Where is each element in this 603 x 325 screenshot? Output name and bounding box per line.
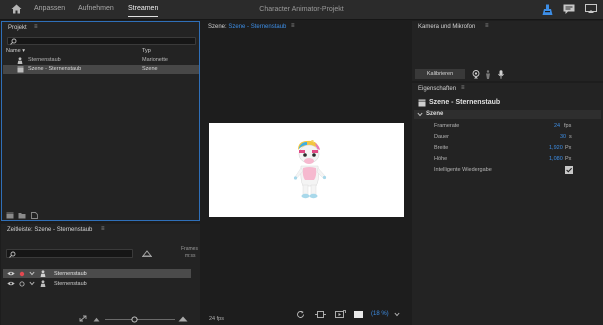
camera-panel-title: Kamera und Mikrofon xyxy=(418,24,476,30)
section-title: Szene xyxy=(426,111,444,117)
zoom-out-icon[interactable] xyxy=(93,317,100,322)
microphone-icon[interactable] xyxy=(498,70,504,79)
track-row[interactable]: Sternenstaub xyxy=(3,279,191,288)
height-unit: Px xyxy=(565,156,572,162)
puppet-icon xyxy=(40,280,46,287)
properties-panel: Eigenschaften ≡ Szene - Sternenstaub Sze… xyxy=(412,83,603,325)
camera-menu-icon[interactable]: ≡ xyxy=(485,23,489,29)
timeline-panel: Zeitleiste: Szene - Sternenstaub ≡ Frame… xyxy=(1,224,200,325)
zoom-in-icon[interactable] xyxy=(178,316,188,322)
scene-name-link[interactable]: Szene - Sternenstaub xyxy=(228,24,286,30)
learn-icon[interactable] xyxy=(542,4,553,16)
duration-label: Dauer xyxy=(434,134,449,140)
project-item-name: Sternenstaub xyxy=(28,57,61,63)
zoom-level[interactable]: (18 %) xyxy=(371,311,389,317)
app-title: Character Animator-Projekt xyxy=(259,6,344,13)
project-panel-title: Projekt xyxy=(8,25,27,31)
stream-icon[interactable] xyxy=(335,310,346,319)
record-disarmed-icon[interactable] xyxy=(19,281,25,287)
puppet-icon xyxy=(40,270,46,277)
smart-replay-label: Intelligente Wiedergabe xyxy=(434,167,492,173)
loop-icon[interactable] xyxy=(296,310,305,319)
timeline-menu-icon[interactable]: ≡ xyxy=(101,226,105,232)
scene-fps-readout: 24 fps xyxy=(209,316,224,322)
smart-replay-checkbox[interactable] xyxy=(565,166,573,174)
duration-value[interactable]: 30 xyxy=(560,134,566,140)
chevron-down-icon xyxy=(417,112,423,117)
scene-icon xyxy=(418,99,426,107)
eye-icon[interactable] xyxy=(7,281,15,286)
search-icon xyxy=(9,251,16,258)
tab-streamen[interactable]: Streamen xyxy=(128,5,159,17)
search-icon xyxy=(10,38,17,45)
unicorn-puppet-icon xyxy=(292,140,328,202)
scene-menu-icon[interactable]: ≡ xyxy=(291,23,295,29)
project-item-type: Marionette xyxy=(142,57,168,63)
chevron-down-icon[interactable] xyxy=(29,271,35,276)
camera-panel: Kamera und Mikrofon ≡ Kalibrieren xyxy=(412,21,603,81)
background-color-swatch[interactable] xyxy=(354,311,363,318)
width-unit: Px xyxy=(565,145,572,151)
scene-canvas[interactable] xyxy=(209,123,404,217)
tab-anpassen[interactable]: Anpassen xyxy=(34,5,65,12)
duration-unit: s xyxy=(569,134,572,140)
framerate-label: Framerate xyxy=(434,123,460,129)
height-value[interactable]: 1,080 xyxy=(549,156,563,162)
tab-aufnehmen[interactable]: Aufnehmen xyxy=(78,5,114,12)
width-label: Breite xyxy=(434,145,449,151)
project-search-input[interactable] xyxy=(7,37,196,45)
zoom-slider[interactable] xyxy=(105,316,175,323)
project-item-type: Szene xyxy=(142,66,158,72)
height-label: Höhe xyxy=(434,156,448,162)
list-item-selected[interactable]: Szene - Sternenstaub Szene xyxy=(3,65,199,74)
column-header-type[interactable]: Typ xyxy=(142,48,151,54)
time-unit-label: m:ss xyxy=(185,253,196,259)
timeline-search-input[interactable] xyxy=(6,249,133,258)
frames-label: Frames xyxy=(181,246,198,252)
feedback-icon[interactable] xyxy=(563,4,575,15)
properties-scene-name: Szene - Sternenstaub xyxy=(429,99,501,106)
zoom-slider-handle[interactable] xyxy=(131,316,138,323)
folder-icon[interactable] xyxy=(18,212,26,219)
project-panel-menu-icon[interactable]: ≡ xyxy=(34,24,38,30)
home-icon[interactable] xyxy=(11,4,22,14)
width-value[interactable]: 1,920 xyxy=(549,145,563,151)
timeline-tools-icon[interactable] xyxy=(142,250,152,257)
list-item[interactable]: Sternenstaub Marionette xyxy=(3,56,199,65)
column-header-name[interactable]: Name ▾ xyxy=(6,48,25,54)
target-icon[interactable] xyxy=(315,310,326,319)
fit-icon[interactable] xyxy=(79,315,87,322)
new-item-icon[interactable] xyxy=(31,212,38,219)
scene-panel: Szene: Szene - Sternenstaub ≡ 24 fps (18… xyxy=(204,21,410,325)
track-name: Sternenstaub xyxy=(54,270,87,277)
body-tracking-icon[interactable] xyxy=(485,70,491,79)
framerate-unit: fps xyxy=(564,123,572,129)
timeline-title: Zeitleiste: Szene - Sternenstaub xyxy=(7,227,93,233)
properties-title: Eigenschaften xyxy=(418,86,457,92)
scene-icon xyxy=(17,66,24,73)
top-bar: Anpassen Aufnehmen Streamen Character An… xyxy=(0,0,603,20)
scene-panel-title: Szene: Szene - Sternenstaub xyxy=(208,24,287,30)
sort-up-icon: ▾ xyxy=(22,48,25,54)
webcam-icon[interactable] xyxy=(472,70,480,79)
track-name: Sternenstaub xyxy=(54,280,87,287)
project-panel: Projekt ≡ Name ▾ Typ Sternenstaub Marion… xyxy=(1,21,200,221)
puppet-icon xyxy=(17,57,23,64)
workspace-icon[interactable] xyxy=(585,4,597,15)
properties-menu-icon[interactable]: ≡ xyxy=(461,85,465,91)
chevron-down-icon[interactable] xyxy=(394,312,400,317)
framerate-value[interactable]: 24 xyxy=(554,123,560,129)
calibrate-button[interactable]: Kalibrieren xyxy=(415,69,465,79)
section-header-szene[interactable]: Szene xyxy=(414,110,601,119)
track-row-selected[interactable]: Sternenstaub xyxy=(3,269,191,278)
project-item-name: Szene - Sternenstaub xyxy=(28,66,82,72)
eye-icon[interactable] xyxy=(7,271,15,276)
record-arm-icon[interactable] xyxy=(19,271,25,277)
new-scene-icon[interactable] xyxy=(6,212,14,219)
project-footer xyxy=(4,211,44,220)
chevron-down-icon[interactable] xyxy=(29,281,35,286)
